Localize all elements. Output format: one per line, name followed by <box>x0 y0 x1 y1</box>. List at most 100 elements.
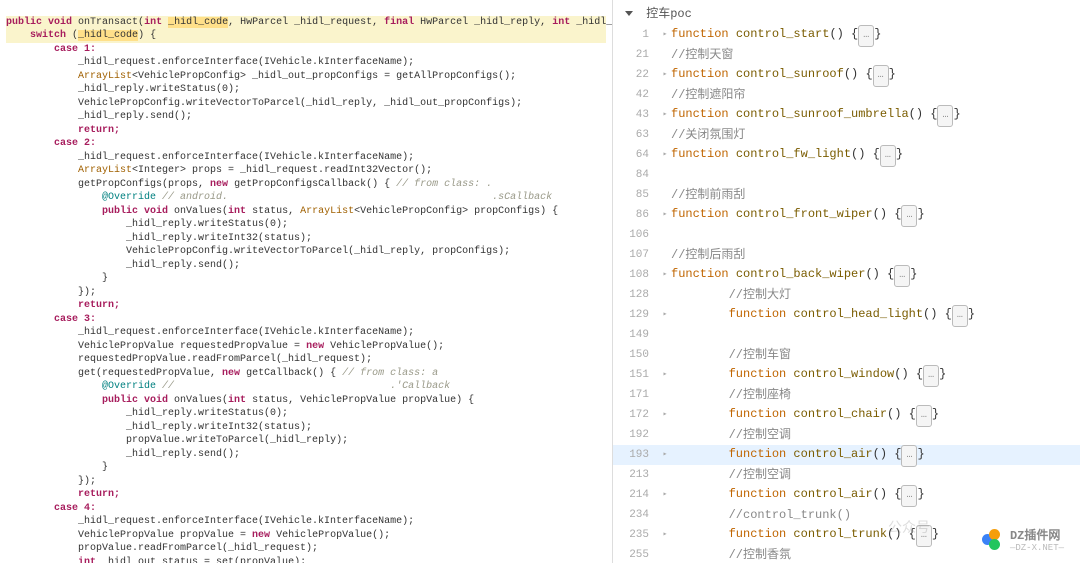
code-line-84[interactable]: 84 <box>613 165 1080 185</box>
chevron-down-icon <box>625 11 633 16</box>
fold-toggle-icon[interactable]: ▸ <box>659 405 671 425</box>
code-text: //控制天窗 <box>671 45 733 65</box>
file-tab[interactable]: 控车poc <box>613 0 1080 25</box>
code-text: //控制车窗 <box>671 345 791 365</box>
code-line-1[interactable]: 1▸function control_start() {…} <box>613 25 1080 45</box>
line-number: 106 <box>617 225 659 245</box>
line-number: 171 <box>617 385 659 405</box>
code-editor[interactable]: 1▸function control_start() {…}21//控制天窗22… <box>613 25 1080 563</box>
case-2: case 2: <box>54 138 96 149</box>
fold-toggle-icon[interactable]: ▸ <box>659 25 671 45</box>
line-number: 128 <box>617 285 659 305</box>
code-line-129[interactable]: 129▸ function control_head_light() {…} <box>613 305 1080 325</box>
watermark-cn: 公众号 <box>888 517 930 537</box>
fold-toggle-icon[interactable]: ▸ <box>659 205 671 225</box>
code-text: function control_sunroof_umbrella() {…} <box>671 104 961 127</box>
code-text: function control_fw_light() {…} <box>671 144 903 167</box>
line-number: 213 <box>617 465 659 485</box>
code-text: //控制空调 <box>671 465 791 485</box>
code-line-86[interactable]: 86▸function control_front_wiper() {…} <box>613 205 1080 225</box>
fold-toggle-icon[interactable]: ▸ <box>659 365 671 385</box>
code-text: //控制遮阳帘 <box>671 85 745 105</box>
code-line-214[interactable]: 214▸ function control_air() {…} <box>613 485 1080 505</box>
code-text: function control_air() {…} <box>671 484 925 507</box>
code-line-85[interactable]: 85 //控制前雨刮 <box>613 185 1080 205</box>
code-text: function control_window() {…} <box>671 364 946 387</box>
code-text: //控制前雨刮 <box>671 185 745 205</box>
code-line-235[interactable]: 235▸ function control_trunk() {…} <box>613 525 1080 545</box>
code-line-255[interactable]: 255 //控制香氛 <box>613 545 1080 563</box>
code-line-193[interactable]: 193▸ function control_air() {…} <box>613 445 1080 465</box>
code-line-192[interactable]: 192 //控制空调 <box>613 425 1080 445</box>
code-text: //控制座椅 <box>671 385 791 405</box>
line-number: 1 <box>617 25 659 45</box>
code-text: //控制空调 <box>671 425 791 445</box>
code-text: function control_air() {…} <box>671 444 925 467</box>
code-text <box>671 325 729 345</box>
code-line-108[interactable]: 108▸function control_back_wiper() {…} <box>613 265 1080 285</box>
line-number: 255 <box>617 545 659 563</box>
code-line-128[interactable]: 128 //控制大灯 <box>613 285 1080 305</box>
code-line-234[interactable]: 234 //control_trunk() <box>613 505 1080 525</box>
code-line-42[interactable]: 42 //控制遮阳帘 <box>613 85 1080 105</box>
code-text: //控制香氛 <box>671 545 791 563</box>
fold-toggle-icon[interactable]: ▸ <box>659 445 671 465</box>
fold-toggle-icon[interactable]: ▸ <box>659 65 671 85</box>
line-number: 85 <box>617 185 659 205</box>
line-number: 129 <box>617 305 659 325</box>
code-line-149[interactable]: 149 <box>613 325 1080 345</box>
code-line-106[interactable]: 106 <box>613 225 1080 245</box>
line-number: 42 <box>617 85 659 105</box>
code-line-151[interactable]: 151▸ function control_window() {…} <box>613 365 1080 385</box>
code-text: function control_back_wiper() {…} <box>671 264 917 287</box>
line-number: 22 <box>617 65 659 85</box>
js-editor-pane: 控车poc 1▸function control_start() {…}21//… <box>612 0 1080 563</box>
java-source-pane: public void onTransact(int _hidl_code, H… <box>0 0 612 563</box>
fold-toggle-icon[interactable]: ▸ <box>659 305 671 325</box>
fold-toggle-icon[interactable]: ▸ <box>659 485 671 505</box>
line-number: 43 <box>617 105 659 125</box>
code-text: function control_sunroof() {…} <box>671 64 896 87</box>
line-number: 151 <box>617 365 659 385</box>
code-text: function control_head_light() {…} <box>671 304 975 327</box>
code-line-22[interactable]: 22▸function control_sunroof() {…} <box>613 65 1080 85</box>
code-text: //control_trunk() <box>671 505 851 525</box>
fold-toggle-icon[interactable]: ▸ <box>659 105 671 125</box>
switch-statement: switch (_hidl_code) { <box>6 29 606 43</box>
code-line: _hidl_request.enforceInterface(IVehicle.… <box>78 57 414 68</box>
code-line-63[interactable]: 63//关闭氛围灯 <box>613 125 1080 145</box>
method-signature: public void onTransact(int _hidl_code, H… <box>6 16 606 30</box>
line-number: 84 <box>617 165 659 185</box>
line-number: 234 <box>617 505 659 525</box>
line-number: 63 <box>617 125 659 145</box>
case-4: case 4: <box>54 503 96 514</box>
code-line-171[interactable]: 171 //控制座椅 <box>613 385 1080 405</box>
line-number: 150 <box>617 345 659 365</box>
code-text: function control_start() {…} <box>671 25 881 47</box>
line-number: 192 <box>617 425 659 445</box>
code-line-107[interactable]: 107//控制后雨刮 <box>613 245 1080 265</box>
case-3: case 3: <box>54 314 96 325</box>
fold-toggle-icon[interactable]: ▸ <box>659 525 671 545</box>
line-number: 172 <box>617 405 659 425</box>
code-line-172[interactable]: 172▸ function control_chair() {…} <box>613 405 1080 425</box>
line-number: 214 <box>617 485 659 505</box>
code-line-150[interactable]: 150 //控制车窗 <box>613 345 1080 365</box>
case-1: case 1: <box>54 44 96 55</box>
line-number: 235 <box>617 525 659 545</box>
line-number: 193 <box>617 445 659 465</box>
code-line-213[interactable]: 213 //控制空调 <box>613 465 1080 485</box>
code-line-64[interactable]: 64▸function control_fw_light() {…} <box>613 145 1080 165</box>
line-number: 86 <box>617 205 659 225</box>
code-text: function control_chair() {…} <box>671 404 939 427</box>
code-line-21[interactable]: 21//控制天窗 <box>613 45 1080 65</box>
tab-title: 控车poc <box>646 7 692 21</box>
code-text: //控制大灯 <box>671 285 791 305</box>
code-line-43[interactable]: 43▸function control_sunroof_umbrella() {… <box>613 105 1080 125</box>
fold-toggle-icon[interactable]: ▸ <box>659 145 671 165</box>
line-number: 149 <box>617 325 659 345</box>
line-number: 64 <box>617 145 659 165</box>
code-text: function control_front_wiper() {…} <box>671 204 925 227</box>
line-number: 107 <box>617 245 659 265</box>
fold-toggle-icon[interactable]: ▸ <box>659 265 671 285</box>
